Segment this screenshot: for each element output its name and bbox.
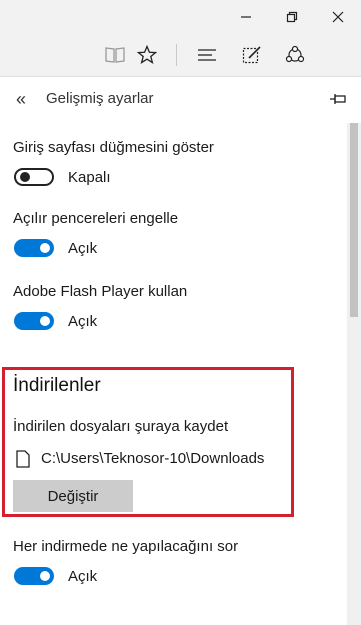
back-chevron-icon[interactable]: « <box>12 89 30 109</box>
hub-button[interactable] <box>187 33 227 76</box>
title-bar <box>0 0 361 33</box>
ask-download-setting-label: Her indirmede ne yapılacağını sor <box>13 538 239 555</box>
minimize-button[interactable] <box>223 0 269 33</box>
home-button-toggle[interactable] <box>14 168 54 186</box>
minimize-icon <box>241 15 251 18</box>
web-note-button[interactable] <box>232 33 272 76</box>
pin-icon[interactable] <box>328 89 348 109</box>
toggle-knob <box>20 172 30 182</box>
web-note-icon <box>242 45 261 63</box>
hub-icon <box>198 48 216 61</box>
close-icon <box>332 11 344 22</box>
panel-scrollbar[interactable] <box>347 123 361 625</box>
favorite-button[interactable] <box>127 33 167 76</box>
file-icon <box>16 450 30 468</box>
toggle-knob <box>40 571 50 581</box>
share-icon <box>285 45 305 62</box>
flash-toggle[interactable] <box>14 312 54 330</box>
home-button-toggle-state: Kapalı <box>68 169 111 186</box>
toolbar-divider <box>176 44 177 66</box>
change-location-button[interactable]: Değiştir <box>13 480 133 512</box>
download-location-label: İndirilen dosyaları şuraya kaydet <box>13 418 229 435</box>
browser-toolbar <box>0 33 361 76</box>
ask-download-toggle[interactable] <box>14 567 54 585</box>
panel-title: Gelişmiş ayarlar <box>46 90 154 107</box>
download-path: C:\Users\Teknosor-10\Downloads <box>41 450 265 467</box>
popup-block-toggle-state: Açık <box>68 240 98 257</box>
downloads-section-title: İndirilenler <box>13 375 101 396</box>
popup-block-setting-label: Açılır pencereleri engelle <box>13 210 179 227</box>
advanced-settings-panel: « Gelişmiş ayarlar Giriş sayfası düğmesi… <box>0 76 361 625</box>
reading-view-icon <box>105 46 125 63</box>
maximize-button[interactable] <box>269 0 315 33</box>
flash-toggle-state: Açık <box>68 313 98 330</box>
close-button[interactable] <box>315 0 361 33</box>
ask-download-toggle-state: Açık <box>68 568 98 585</box>
favorite-star-icon <box>137 44 157 64</box>
share-button[interactable] <box>275 33 315 76</box>
panel-header: « Gelişmiş ayarlar <box>0 77 361 123</box>
popup-block-toggle[interactable] <box>14 239 54 257</box>
flash-setting-label: Adobe Flash Player kullan <box>13 283 188 300</box>
scrollbar-thumb[interactable] <box>350 123 358 317</box>
toggle-knob <box>40 316 50 326</box>
restore-icon <box>286 11 298 22</box>
home-button-setting-label: Giriş sayfası düğmesini göster <box>13 139 214 156</box>
toggle-knob <box>40 243 50 253</box>
